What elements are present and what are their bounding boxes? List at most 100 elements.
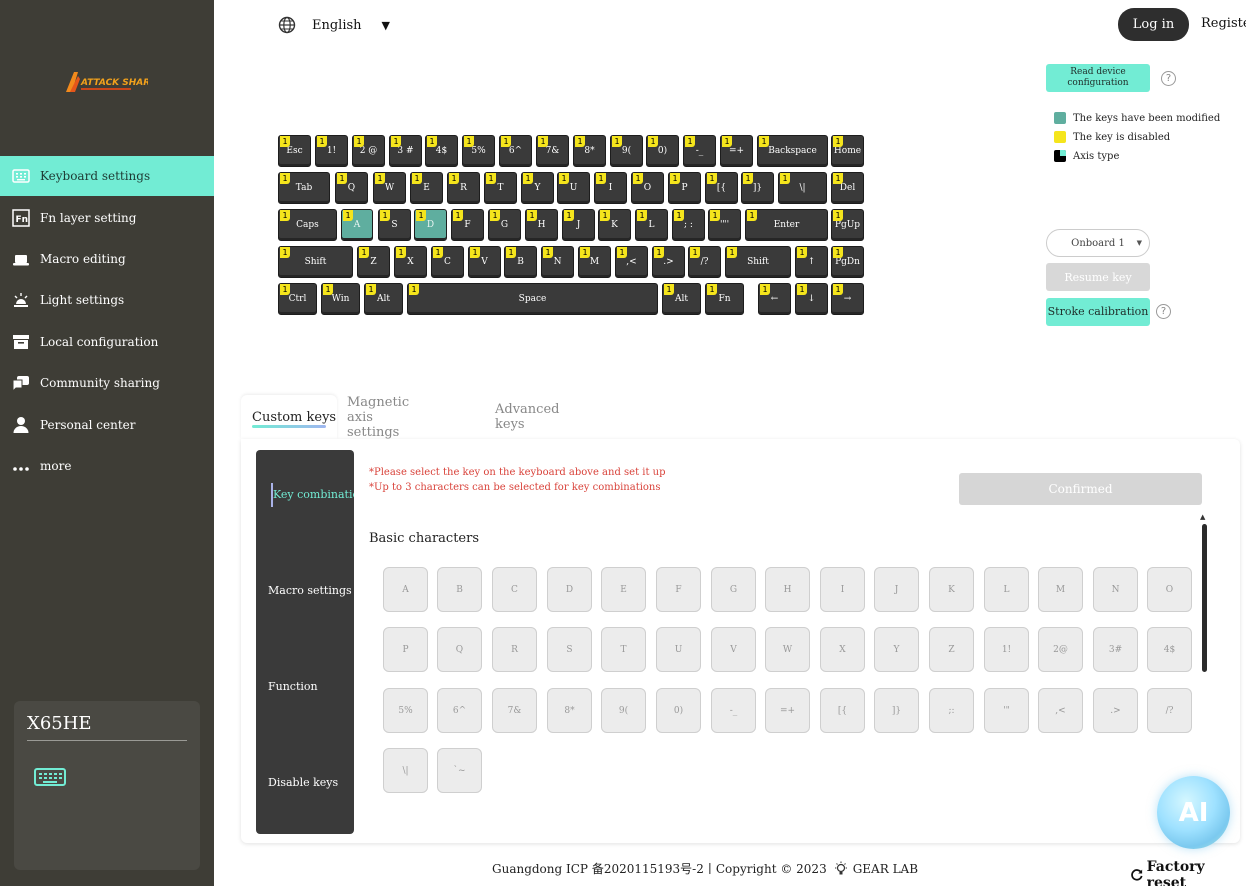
char-key[interactable]: T <box>601 627 646 672</box>
char-key[interactable]: J <box>874 567 919 612</box>
char-key[interactable]: D <box>547 567 592 612</box>
key-5[interactable]: 1 5% <box>462 135 495 167</box>
key-t[interactable]: 1T <box>484 172 517 204</box>
key-r4c8[interactable]: 1 → <box>831 283 864 315</box>
char-key[interactable]: ;: <box>929 688 974 733</box>
register-link[interactable]: Register <box>1201 16 1246 31</box>
key-d[interactable]: 1D <box>414 209 447 241</box>
char-key[interactable]: \| <box>383 748 428 793</box>
sidebar-item-light-settings[interactable]: Light settings <box>0 280 214 320</box>
key-6[interactable]: 1 6^ <box>499 135 532 167</box>
key-enter[interactable]: 1 Enter <box>745 209 828 241</box>
key-p[interactable]: 1P <box>668 172 701 204</box>
char-key[interactable]: Z <box>929 627 974 672</box>
char-key[interactable]: ,< <box>1038 688 1083 733</box>
key-x[interactable]: 1X <box>394 246 427 278</box>
key-m[interactable]: 1M <box>578 246 611 278</box>
key-z[interactable]: 1Z <box>357 246 390 278</box>
key-alt[interactable]: 1 Alt <box>364 283 403 315</box>
subnav-key-combination[interactable]: Key combination <box>270 483 354 507</box>
subnav-disable-keys[interactable]: Disable keys <box>268 776 338 789</box>
char-key[interactable]: M <box>1038 567 1083 612</box>
char-key[interactable]: .> <box>1093 688 1138 733</box>
key-r1c11[interactable]: 1[{ <box>705 172 738 204</box>
key-r0c12[interactable]: 1 =+ <box>720 135 753 167</box>
key-7[interactable]: 1 7& <box>536 135 569 167</box>
char-key[interactable]: I <box>820 567 865 612</box>
key-2[interactable]: 12 @ <box>352 135 385 167</box>
key-9[interactable]: 1 9( <box>610 135 643 167</box>
key-pgdn[interactable]: 1 PgDn <box>831 246 864 278</box>
sidebar-item-more[interactable]: more <box>0 446 214 486</box>
key-r1c13[interactable]: 1 \| <box>778 172 827 204</box>
char-key[interactable]: `~ <box>437 748 482 793</box>
char-key[interactable]: S <box>547 627 592 672</box>
help-icon[interactable]: ? <box>1156 304 1171 319</box>
char-key[interactable]: -_ <box>711 688 756 733</box>
key-a[interactable]: 1A <box>341 209 373 241</box>
sidebar-item-community-sharing[interactable]: Community sharing <box>0 363 214 403</box>
key-l[interactable]: 1L <box>635 209 668 241</box>
key-8[interactable]: 1 8* <box>573 135 606 167</box>
key-esc[interactable]: 1 Esc <box>278 135 311 167</box>
char-key[interactable]: F <box>656 567 701 612</box>
key-r2c11[interactable]: 1 '"' <box>708 209 741 241</box>
char-key[interactable]: '" <box>984 688 1029 733</box>
key-shift[interactable]: 1 Shift <box>725 246 791 278</box>
char-key[interactable]: 2@ <box>1038 627 1083 672</box>
char-key[interactable]: 6^ <box>437 688 482 733</box>
key-1[interactable]: 1 1! <box>315 135 348 167</box>
key-e[interactable]: 1E <box>410 172 443 204</box>
char-key[interactable]: 3# <box>1093 627 1138 672</box>
key-tab[interactable]: 1 Tab <box>278 172 330 204</box>
key-c[interactable]: 1C <box>431 246 464 278</box>
sidebar-item-personal-center[interactable]: Personal center <box>0 405 214 445</box>
subnav-function[interactable]: Function <box>268 680 318 693</box>
key-n[interactable]: 1N <box>541 246 574 278</box>
tab-advanced-keys[interactable]: Advanced keys <box>495 395 559 439</box>
key-r[interactable]: 1R <box>447 172 480 204</box>
tab-custom-keys[interactable]: Custom keys <box>241 395 337 439</box>
char-key[interactable]: L <box>984 567 1029 612</box>
char-key[interactable]: =+ <box>765 688 810 733</box>
char-key[interactable]: B <box>437 567 482 612</box>
key-r4c6[interactable]: 1 ← <box>758 283 791 315</box>
read-device-config-button[interactable]: Read device configuration <box>1046 64 1150 92</box>
char-key[interactable]: W <box>765 627 810 672</box>
char-key[interactable]: 7& <box>492 688 537 733</box>
char-key[interactable]: R <box>492 627 537 672</box>
key-ctrl[interactable]: 1 Ctrl <box>278 283 317 315</box>
char-key[interactable]: V <box>711 627 756 672</box>
char-key[interactable]: G <box>711 567 756 612</box>
scrollbar[interactable] <box>1202 524 1207 672</box>
char-key[interactable]: Q <box>437 627 482 672</box>
key-alt[interactable]: 1 Alt <box>662 283 701 315</box>
key-w[interactable]: 1W <box>373 172 406 204</box>
key-shift[interactable]: 1 Shift <box>278 246 353 278</box>
help-icon[interactable]: ? <box>1161 71 1176 86</box>
key-r4c7[interactable]: 1 ↓ <box>795 283 828 315</box>
key-r3c10[interactable]: 1/? <box>688 246 721 278</box>
subnav-macro-settings[interactable]: Macro settings <box>268 584 352 597</box>
char-key[interactable]: U <box>656 627 701 672</box>
key-pgup[interactable]: 1 PgUp <box>831 209 864 241</box>
char-key[interactable]: 8* <box>547 688 592 733</box>
key-y[interactable]: 1Y <box>521 172 554 204</box>
key-backspace[interactable]: 1 Backspace <box>757 135 828 167</box>
key-f[interactable]: 1F <box>451 209 484 241</box>
char-key[interactable]: Y <box>874 627 919 672</box>
char-key[interactable]: ]} <box>874 688 919 733</box>
sidebar-item-macro-editing[interactable]: Macro editing <box>0 239 214 279</box>
key-r0c11[interactable]: 1 -_ <box>683 135 716 167</box>
sidebar-item-local-configuration[interactable]: Local configuration <box>0 322 214 362</box>
key-space[interactable]: 1 Space <box>407 283 658 315</box>
ai-assistant-button[interactable]: AI <box>1157 776 1230 849</box>
char-key[interactable]: H <box>765 567 810 612</box>
key-0[interactable]: 1 0) <box>646 135 679 167</box>
key-i[interactable]: 1I <box>594 172 627 204</box>
key-v[interactable]: 1V <box>468 246 501 278</box>
char-key[interactable]: 0) <box>656 688 701 733</box>
char-key[interactable]: 5% <box>383 688 428 733</box>
key-k[interactable]: 1K <box>598 209 631 241</box>
key-j[interactable]: 1J <box>562 209 595 241</box>
